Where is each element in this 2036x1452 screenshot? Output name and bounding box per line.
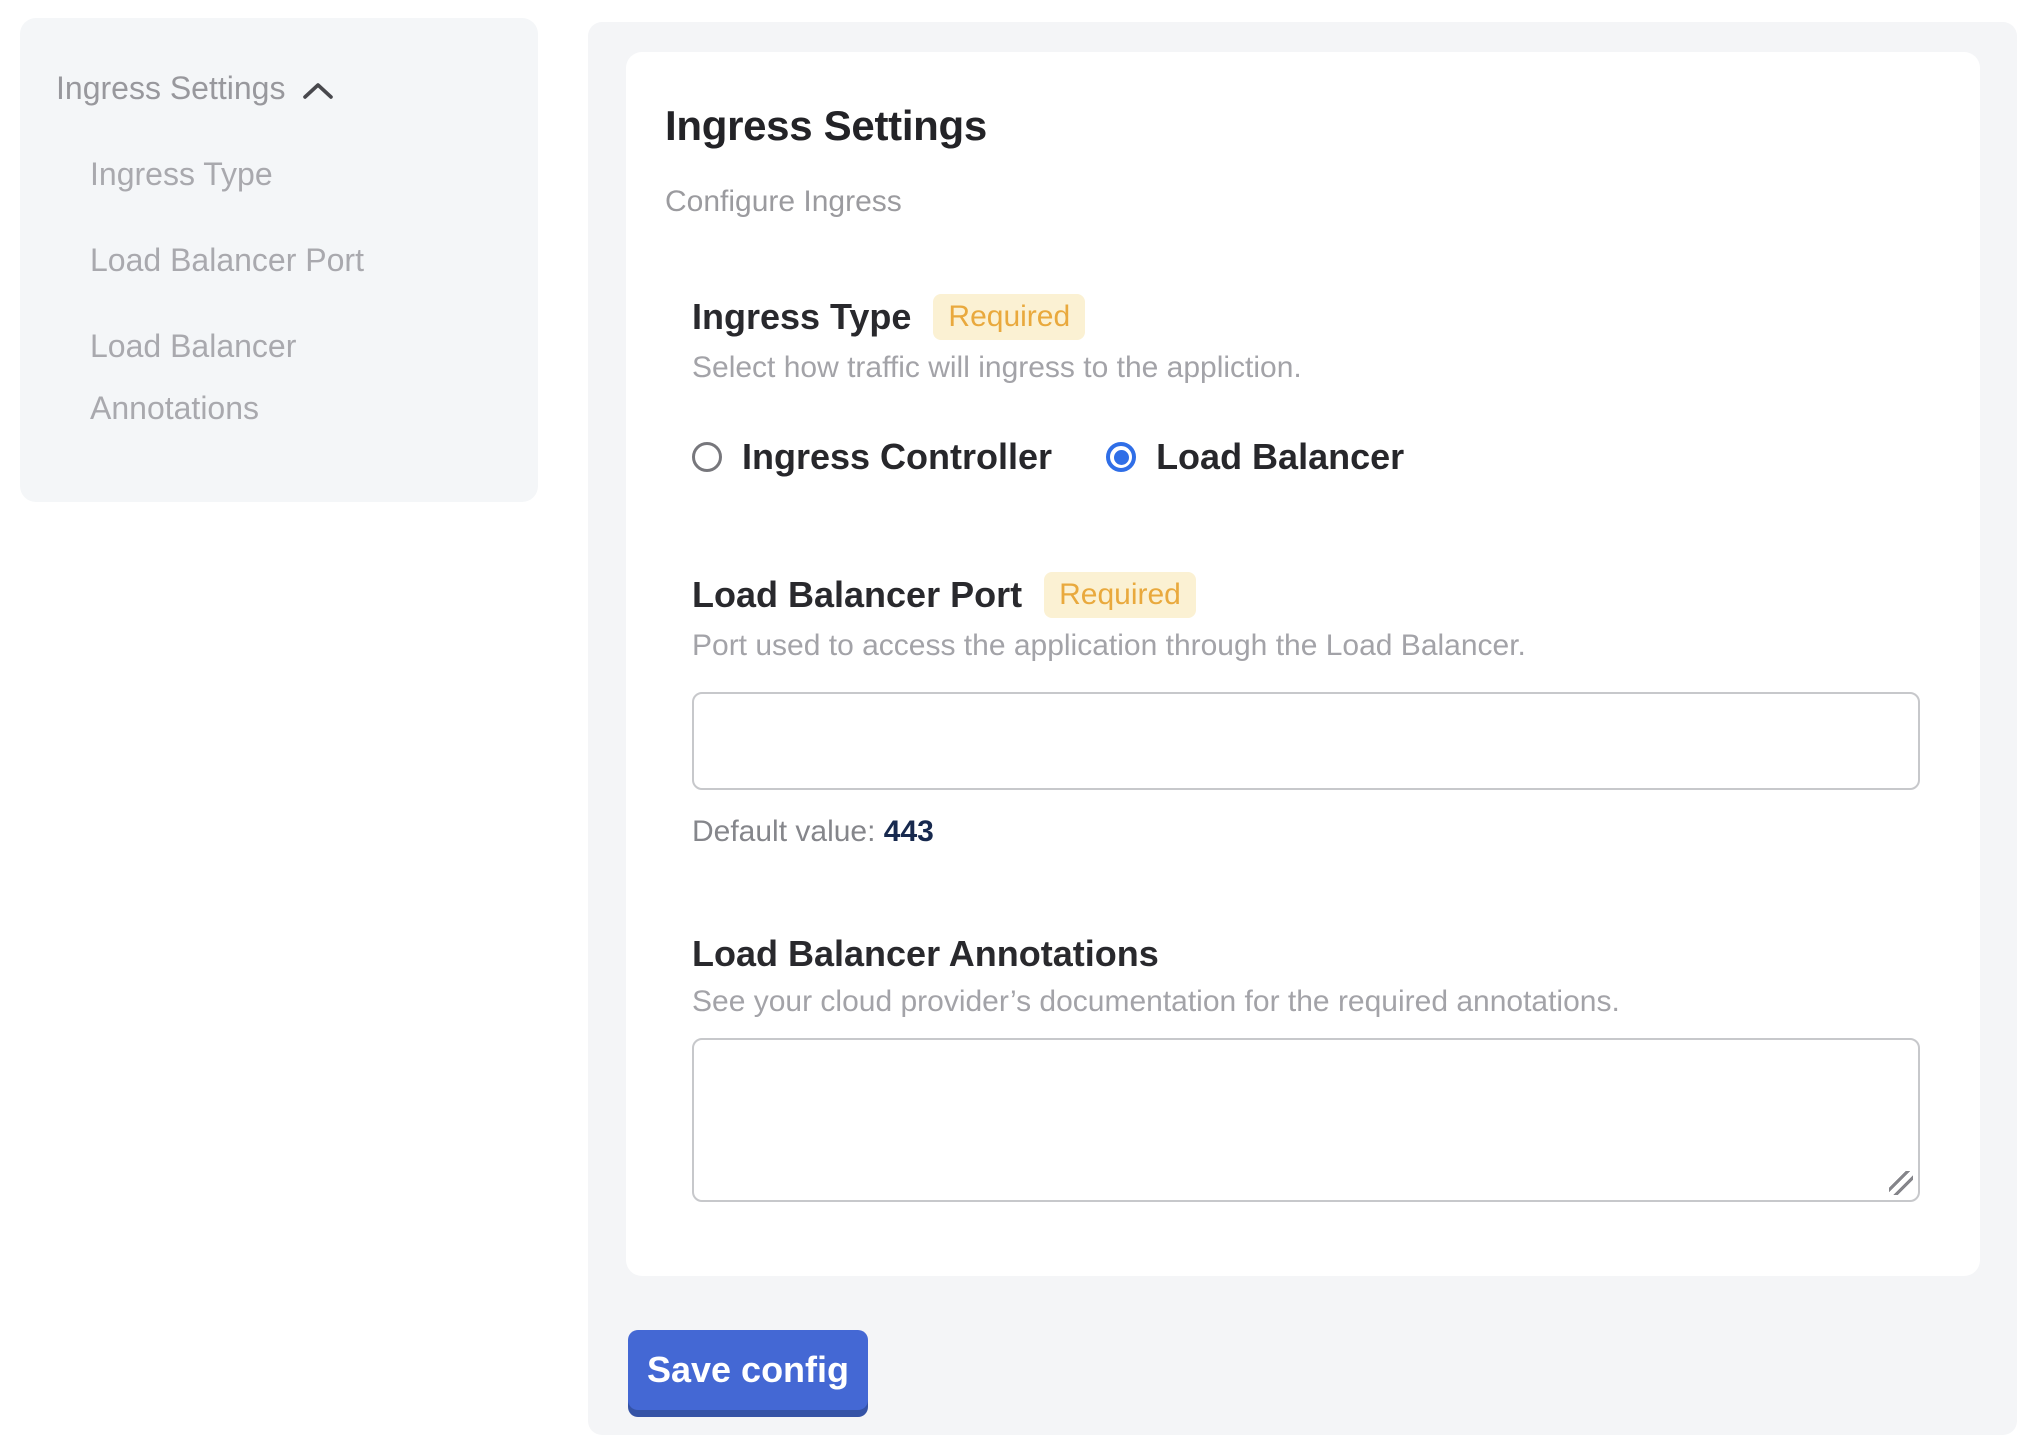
section-load-balancer-annotations: Load Balancer Annotations See your cloud…	[692, 934, 1920, 1202]
sidebar-section-title: Ingress Settings	[56, 70, 285, 107]
settings-panel: Ingress Settings Configure Ingress Ingre…	[588, 22, 2017, 1435]
config-nav-sidebar: Ingress Settings Ingress Type Load Balan…	[20, 18, 538, 502]
section-load-balancer-port: Load Balancer Port Required Port used to…	[692, 572, 1920, 848]
section-label-row: Load Balancer Port Required	[692, 572, 1920, 618]
sidebar-item-load-balancer-port[interactable]: Load Balancer Port	[90, 229, 442, 291]
form-sections: Ingress Type Required Select how traffic…	[692, 294, 1920, 1202]
page-subtitle: Configure Ingress	[665, 186, 1920, 218]
ingress-settings-card: Ingress Settings Configure Ingress Ingre…	[626, 52, 1980, 1276]
sidebar-item-ingress-type[interactable]: Ingress Type	[90, 143, 442, 205]
radio-option-ingress-controller[interactable]: Ingress Controller	[692, 438, 1052, 476]
radio-option-load-balancer[interactable]: Load Balancer	[1106, 438, 1404, 476]
radio-ingress-controller[interactable]	[692, 442, 722, 472]
ingress-type-radio-group: Ingress Controller Load Balancer	[692, 438, 1920, 476]
chevron-up-icon[interactable]	[301, 80, 335, 101]
sidebar-section-ingress-settings[interactable]: Ingress Settings	[56, 70, 510, 107]
field-description: See your cloud provider’s documentation …	[692, 986, 1920, 1018]
field-description: Port used to access the application thro…	[692, 630, 1920, 662]
sidebar-item-load-balancer-annotations[interactable]: Load Balancer Annotations	[90, 315, 442, 439]
required-badge: Required	[933, 294, 1085, 340]
field-label-ingress-type: Ingress Type	[692, 297, 911, 337]
load-balancer-port-input[interactable]	[692, 692, 1920, 790]
required-badge: Required	[1044, 572, 1196, 618]
default-value: 443	[884, 815, 934, 848]
default-value-row: Default value: 443	[692, 816, 1920, 848]
field-label-load-balancer-port: Load Balancer Port	[692, 575, 1022, 615]
radio-label-load-balancer: Load Balancer	[1156, 438, 1404, 476]
section-label-row: Load Balancer Annotations	[692, 934, 1920, 974]
radio-label-ingress-controller: Ingress Controller	[742, 438, 1052, 476]
save-config-button[interactable]: Save config	[628, 1330, 868, 1410]
section-label-row: Ingress Type Required	[692, 294, 1920, 340]
radio-selected-dot	[1114, 450, 1129, 465]
load-balancer-annotations-textarea[interactable]	[692, 1038, 1920, 1202]
annotations-textarea-wrap	[692, 1038, 1920, 1202]
page-title: Ingress Settings	[665, 104, 1920, 148]
radio-load-balancer[interactable]	[1106, 442, 1136, 472]
default-value-label: Default value:	[692, 815, 875, 848]
section-ingress-type: Ingress Type Required Select how traffic…	[692, 294, 1920, 476]
field-label-load-balancer-annotations: Load Balancer Annotations	[692, 934, 1159, 974]
field-description: Select how traffic will ingress to the a…	[692, 352, 1920, 384]
sidebar-item-list: Ingress Type Load Balancer Port Load Bal…	[90, 143, 442, 439]
